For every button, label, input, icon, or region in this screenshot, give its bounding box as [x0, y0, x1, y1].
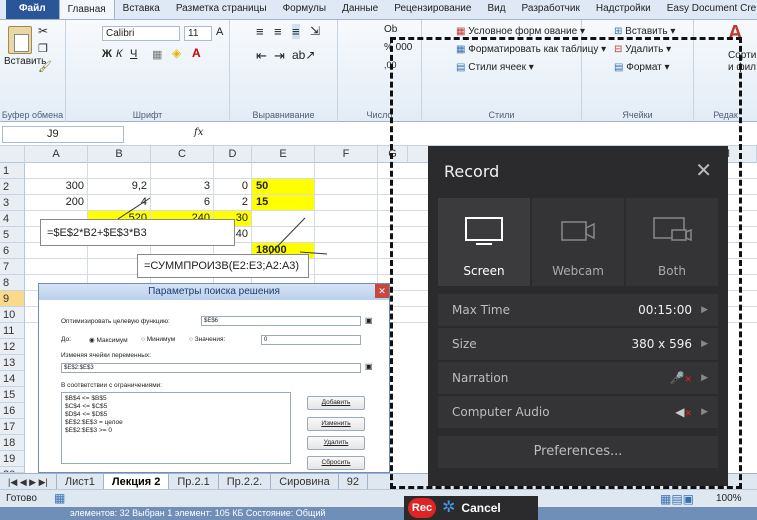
source-screen-option[interactable]: Screen [438, 198, 530, 286]
constraints-label: В соответствии с ограничениями: [61, 382, 163, 389]
range-select-icon[interactable]: ▣ [365, 362, 373, 371]
webcam-icon [561, 221, 595, 241]
status-bar: Готово ▦ ▦▤▣ 100% [0, 489, 757, 507]
add-constraint-button[interactable]: Добавить [307, 396, 365, 410]
constraints-list[interactable]: $B$4 <= $B$5 $C$4 <= $C$5 $D$4 <= $D$5 $… [61, 392, 291, 464]
preferences-button[interactable]: Preferences... [438, 436, 718, 468]
speaker-muted-icon: ◀✕ [675, 405, 692, 419]
chevron-right-icon: ▶ [701, 373, 708, 383]
source-screen-label: Screen [463, 264, 505, 278]
narration-label: Narration [452, 371, 509, 385]
microphone-muted-icon: 🎤✕ [669, 371, 693, 385]
objective-field[interactable]: $E$6 [201, 316, 361, 326]
arrow-line [299, 251, 328, 255]
solver-dialog-title: Параметры поиска решения [39, 284, 389, 300]
change-constraint-button[interactable]: Изменить [307, 417, 365, 431]
status-ready: Готово [6, 493, 37, 504]
max-option-label: Максимум [96, 337, 128, 344]
sheet-tab-pr22[interactable]: Пр.2.2. [219, 473, 272, 490]
size-row[interactable]: Size 380 x 596 ▶ [438, 328, 718, 360]
source-webcam-label: Webcam [552, 264, 604, 278]
value-option[interactable]: ○ Значения: [189, 336, 225, 343]
view-buttons-icon[interactable]: ▦▤▣ [660, 492, 694, 506]
min-option[interactable]: ○ Минимум [141, 336, 175, 343]
recorder-control-bar: Rec ✲ Cancel [404, 496, 538, 520]
solver-dialog: Параметры поиска решения ✕ Оптимизироват… [38, 283, 390, 473]
recorder-title: Record [444, 162, 500, 181]
macro-record-icon[interactable]: ▦ [54, 491, 65, 505]
max-option[interactable]: ◉ Максимум [89, 336, 128, 344]
close-icon[interactable]: ✕ [695, 158, 712, 182]
value-option-label: Значения: [194, 336, 226, 343]
to-label: До: [61, 336, 71, 343]
recorder-panel: Record ✕ Screen Webcam Both Max Time 00:… [428, 146, 728, 486]
narration-row[interactable]: Narration 🎤✕ ▶ [438, 362, 718, 394]
arrow-line [269, 217, 306, 255]
value-field[interactable]: 0 [261, 335, 361, 345]
cancel-button[interactable]: Cancel [461, 501, 500, 515]
rec-button[interactable]: Rec [408, 498, 436, 518]
gear-icon[interactable]: ✲ [442, 500, 455, 516]
computer-audio-label: Computer Audio [452, 405, 550, 419]
explorer-status-strip: элементов: 32 Выбран 1 элемент: 105 КБ С… [0, 507, 757, 520]
screen-icon [465, 217, 503, 245]
sheet-nav-arrows[interactable]: |◀ ◀ ▶ ▶| [0, 473, 57, 490]
constraint-item[interactable]: $E$2:$E$3 >= 0 [65, 427, 112, 434]
constraint-item[interactable]: $C$4 <= $C$5 [65, 403, 107, 410]
size-label: Size [452, 337, 477, 351]
size-value: 380 x 596 [631, 337, 692, 351]
changing-cells-label: Изменяя ячейки переменных: [61, 352, 151, 359]
sheet-tab-92[interactable]: 92 [339, 473, 368, 490]
sheet-tab-syrovina[interactable]: Сировина [271, 473, 339, 490]
sheet-tab-list1[interactable]: Лист1 [57, 473, 104, 490]
max-time-label: Max Time [452, 303, 510, 317]
sheet-tab-pr21[interactable]: Пр.2.1 [169, 473, 219, 490]
changing-cells-field[interactable]: $E$2:$E$3 [61, 363, 361, 373]
constraint-item[interactable]: $E$2:$E$3 = целое [65, 419, 123, 426]
source-selector: Screen Webcam Both [438, 198, 718, 286]
objective-label: Оптимизировать целевую функцию: [61, 318, 170, 325]
chevron-right-icon: ▶ [701, 305, 708, 315]
source-both-option[interactable]: Both [626, 198, 718, 286]
source-both-label: Both [658, 264, 686, 278]
source-webcam-option[interactable]: Webcam [532, 198, 624, 286]
close-icon[interactable]: ✕ [375, 284, 389, 298]
delete-constraint-button[interactable]: Удалить [307, 436, 365, 450]
chevron-right-icon: ▶ [701, 339, 708, 349]
screen-webcam-icon [653, 217, 692, 242]
max-time-row[interactable]: Max Time 00:15:00 ▶ [438, 294, 718, 326]
max-time-value: 00:15:00 [638, 303, 692, 317]
min-option-label: Минимум [146, 336, 176, 343]
constraint-item[interactable]: $D$4 <= $D$5 [65, 411, 107, 418]
sheet-tab-lecture2[interactable]: Лекция 2 [103, 473, 170, 490]
range-select-icon[interactable]: ▣ [365, 316, 373, 325]
chevron-right-icon: ▶ [701, 407, 708, 417]
zoom-level[interactable]: 100% [716, 493, 742, 504]
computer-audio-row[interactable]: Computer Audio ◀✕ ▶ [438, 396, 718, 428]
reset-button[interactable]: Сбросить [307, 456, 365, 470]
arrow-line [117, 197, 151, 220]
constraint-item[interactable]: $B$4 <= $B$5 [65, 395, 107, 402]
